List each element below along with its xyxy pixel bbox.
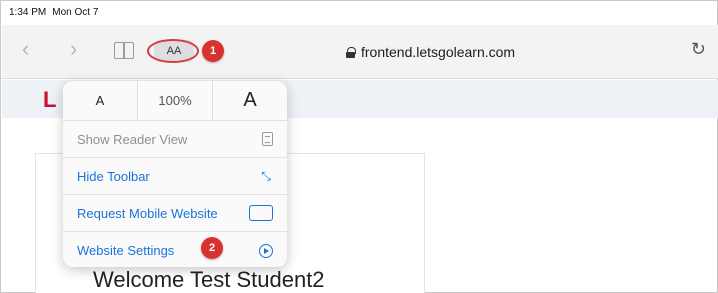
increase-text-button[interactable]: A <box>213 81 287 120</box>
step-badge-2: 2 <box>201 237 223 259</box>
screenshot-frame: 1:34 PM Mon Oct 7 ‹ › AA 1 frontend.lets… <box>0 0 718 293</box>
site-logo: L <box>43 87 57 112</box>
request-mobile-website-item[interactable]: Request Mobile Website <box>63 195 287 232</box>
website-settings-item[interactable]: Website Settings <box>63 232 287 267</box>
zoom-level: 100% <box>138 81 213 120</box>
highlight-oval <box>147 39 199 63</box>
show-reader-view-item[interactable]: Show Reader View <box>63 121 287 158</box>
bookmarks-icon[interactable] <box>114 42 134 59</box>
decrease-text-button[interactable]: A <box>63 81 138 120</box>
url-text: frontend.letsgolearn.com <box>361 44 516 60</box>
mobile-device-icon <box>249 205 273 221</box>
expand-arrows-icon: ⤡ <box>261 169 271 183</box>
back-icon[interactable]: ‹ <box>22 38 29 60</box>
page-menu-popover: A 100% A Show Reader View Hide Toolbar ⤡… <box>63 81 287 267</box>
menu-item-label: Show Reader View <box>77 131 188 147</box>
menu-item-label: Request Mobile Website <box>77 205 218 221</box>
status-bar: 1:34 PM Mon Oct 7 <box>9 7 98 21</box>
lock-icon <box>346 46 356 58</box>
browser-toolbar: ‹ › AA 1 frontend.letsgolearn.com ↻ <box>2 25 718 79</box>
address-bar[interactable]: frontend.letsgolearn.com <box>346 44 515 60</box>
hide-toolbar-item[interactable]: Hide Toolbar ⤡ <box>63 158 287 195</box>
menu-item-label: Hide Toolbar <box>77 168 150 184</box>
forward-icon[interactable]: › <box>70 38 77 60</box>
status-date: Mon Oct 7 <box>52 7 99 18</box>
text-size-row: A 100% A <box>63 81 287 121</box>
reader-view-icon <box>262 132 273 146</box>
settings-icon <box>259 243 273 258</box>
menu-item-label: Website Settings <box>77 243 175 258</box>
welcome-heading: Welcome Test Student2 <box>93 267 325 292</box>
reload-icon[interactable]: ↻ <box>691 39 706 60</box>
step-badge-1: 1 <box>202 40 224 62</box>
status-time: 1:34 PM <box>9 7 47 18</box>
